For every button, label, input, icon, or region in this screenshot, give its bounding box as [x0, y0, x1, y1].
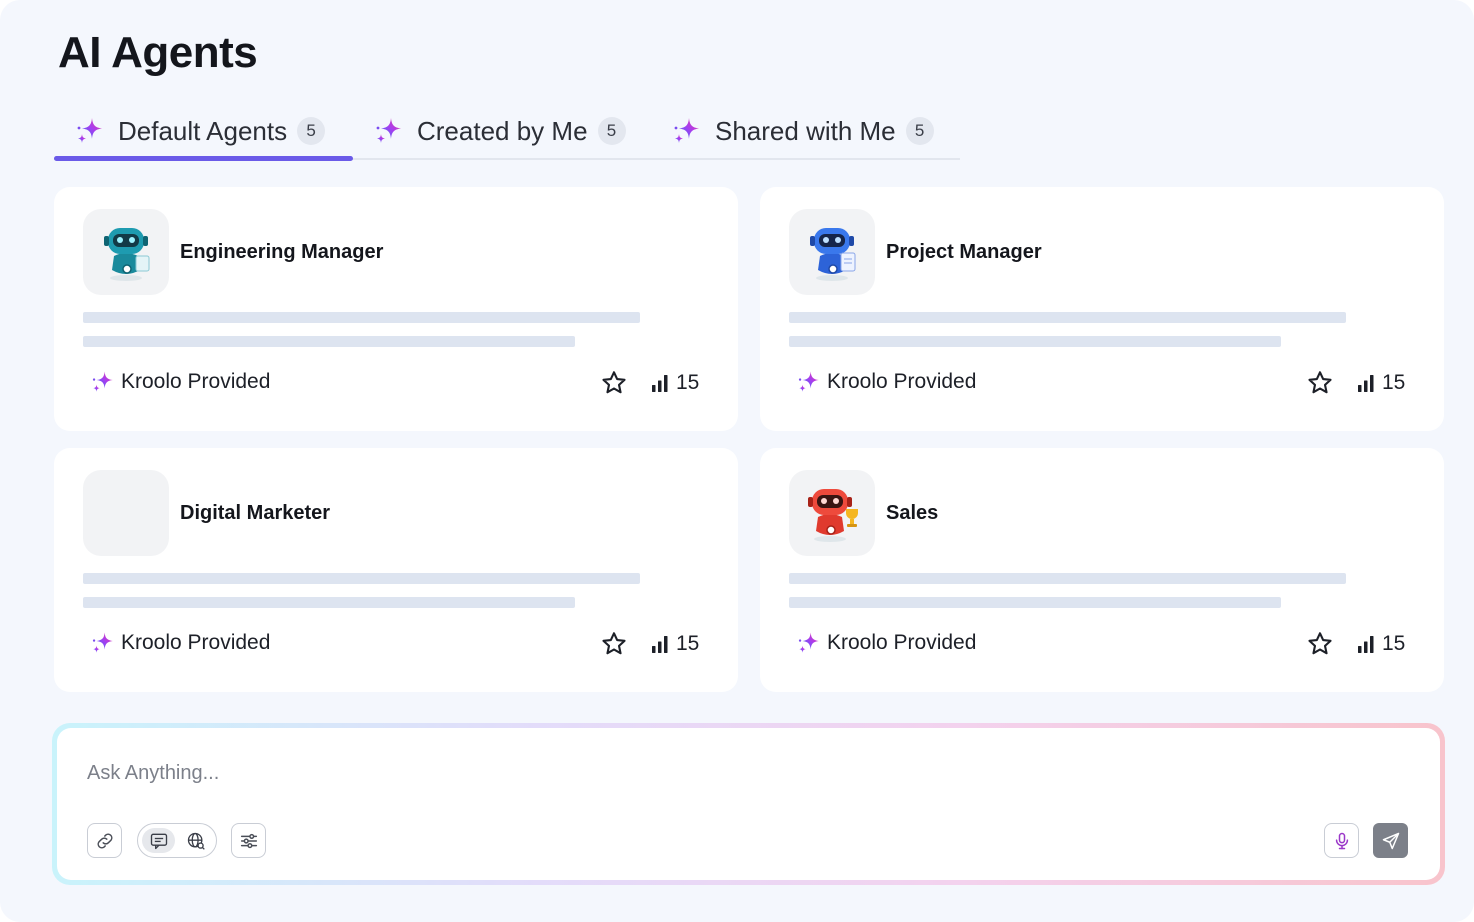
description-placeholder	[789, 336, 1281, 347]
sparkle-icon	[90, 630, 116, 656]
description-placeholder	[83, 336, 575, 347]
bar-chart-icon	[650, 634, 670, 654]
description-placeholder	[789, 312, 1346, 323]
settings-button[interactable]	[231, 823, 266, 858]
web-search-button[interactable]	[179, 828, 212, 853]
agent-card-engineering-manager[interactable]: Engineering Manager Kroolo Provided 15	[54, 187, 738, 431]
ask-box	[52, 723, 1445, 885]
description-placeholder	[83, 573, 640, 584]
sparkle-icon	[373, 115, 405, 147]
ask-box-inner	[57, 728, 1440, 880]
usage-count: 15	[1382, 371, 1406, 394]
attach-link-button[interactable]	[87, 823, 122, 858]
teal-robot-icon	[104, 228, 150, 281]
tab-label: Created by Me	[417, 115, 588, 146]
tab-shared-with-me[interactable]: Shared with Me 5	[651, 104, 960, 158]
sliders-icon	[240, 833, 257, 848]
agent-card-digital-marketer[interactable]: Digital Marketer Kroolo Provided 15	[54, 448, 738, 692]
usage-stat: 15	[1356, 369, 1405, 397]
agent-name: Project Manager	[886, 241, 1042, 263]
chat-icon	[150, 833, 167, 849]
star-icon[interactable]	[1306, 630, 1334, 658]
agent-avatar	[83, 470, 169, 556]
agent-name: Digital Marketer	[180, 502, 331, 524]
page-title: AI Agents	[58, 28, 258, 77]
agent-avatar	[789, 470, 875, 556]
agent-tabs: Default Agents 5 Created by Me 5 Shared …	[54, 104, 960, 161]
tab-created-by-me[interactable]: Created by Me 5	[353, 104, 651, 158]
usage-stat: 15	[1356, 630, 1405, 658]
microphone-icon	[1335, 832, 1348, 849]
tab-count-badge: 5	[597, 117, 626, 145]
bar-chart-icon	[1356, 373, 1376, 393]
tab-count-badge: 5	[905, 117, 934, 145]
agent-card-sales[interactable]: Sales Kroolo Provided 15	[760, 448, 1444, 692]
agent-card-project-manager[interactable]: Project Manager Kroolo Provided 15	[760, 187, 1444, 431]
tab-count-badge: 5	[297, 117, 326, 145]
description-placeholder	[789, 597, 1281, 608]
provider-label: Kroolo Provided	[827, 370, 977, 393]
link-icon	[97, 833, 112, 848]
sparkle-icon	[796, 369, 822, 395]
description-placeholder	[789, 573, 1346, 584]
blue-robot-icon	[810, 228, 856, 281]
send-button[interactable]	[1373, 823, 1408, 858]
provider-label: Kroolo Provided	[827, 631, 977, 654]
provider-label: Kroolo Provided	[121, 370, 271, 393]
provider-label: Kroolo Provided	[121, 631, 271, 654]
tab-label: Default Agents	[118, 115, 288, 146]
bar-chart-icon	[650, 373, 670, 393]
web-search-icon	[187, 832, 205, 850]
voice-input-button[interactable]	[1324, 823, 1359, 858]
usage-stat: 15	[650, 369, 699, 397]
agent-name: Engineering Manager	[180, 241, 384, 263]
mode-toggle	[137, 823, 217, 858]
usage-count: 15	[676, 371, 700, 394]
star-icon[interactable]	[1306, 369, 1334, 397]
sparkle-icon	[671, 115, 703, 147]
bar-chart-icon	[1356, 634, 1376, 654]
agent-avatar	[789, 209, 875, 295]
provider-tag: Kroolo Provided	[90, 369, 270, 395]
sparkle-icon	[796, 630, 822, 656]
usage-count: 15	[1382, 632, 1406, 655]
star-icon[interactable]	[600, 369, 628, 397]
red-robot-icon	[808, 489, 858, 542]
agent-avatar	[83, 209, 169, 295]
send-icon	[1382, 832, 1399, 849]
app-window: AI Agents Default Agents 5 Created by Me…	[0, 0, 1474, 922]
description-placeholder	[83, 312, 640, 323]
usage-stat: 15	[650, 630, 699, 658]
usage-count: 15	[676, 632, 700, 655]
sparkle-icon	[74, 115, 106, 147]
tab-label: Shared with Me	[715, 115, 896, 146]
agent-name: Sales	[886, 502, 939, 524]
tab-default-agents[interactable]: Default Agents 5	[54, 104, 353, 161]
chat-mode-button[interactable]	[142, 828, 175, 853]
ask-input[interactable]	[87, 758, 987, 788]
provider-tag: Kroolo Provided	[90, 630, 270, 656]
provider-tag: Kroolo Provided	[796, 630, 976, 656]
provider-tag: Kroolo Provided	[796, 369, 976, 395]
sparkle-icon	[90, 369, 116, 395]
description-placeholder	[83, 597, 575, 608]
star-icon[interactable]	[600, 630, 628, 658]
